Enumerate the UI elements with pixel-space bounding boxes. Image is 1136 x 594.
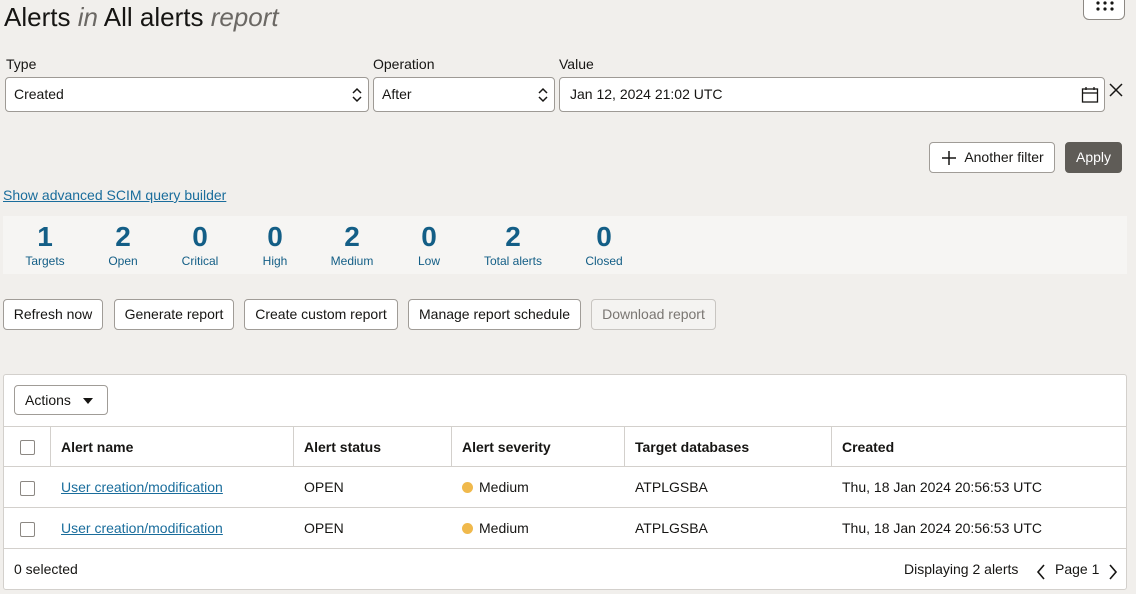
column-header-alert-status[interactable]: Alert status <box>304 439 381 455</box>
column-header-created[interactable]: Created <box>842 439 894 455</box>
row-checkbox[interactable] <box>20 522 35 537</box>
title-report: report <box>210 2 279 32</box>
refresh-now-button[interactable]: Refresh now <box>3 299 103 330</box>
column-header-alert-severity[interactable]: Alert severity <box>462 439 551 455</box>
selected-count: 0 selected <box>14 561 78 577</box>
alert-severity: Medium <box>462 520 529 536</box>
alert-name-link[interactable]: User creation/modification <box>61 479 223 495</box>
page-title: Alerts in All alerts report <box>4 0 279 34</box>
generate-report-button[interactable]: Generate report <box>114 299 234 330</box>
operation-select-value: After <box>382 86 412 102</box>
advanced-scim-link[interactable]: Show advanced SCIM query builder <box>3 187 226 203</box>
stat-low[interactable]: 0 Low <box>403 220 455 268</box>
stat-label: Critical <box>181 254 219 268</box>
displaying-count: Displaying 2 alerts <box>904 561 1019 577</box>
target-database: ATPLGSBA <box>635 520 708 536</box>
target-database: ATPLGSBA <box>635 479 708 495</box>
table-row[interactable]: User creation/modification OPEN Medium A… <box>4 467 1126 508</box>
alerts-table-panel: Actions Alert name Alert status Alert se… <box>3 374 1127 590</box>
stat-label: Closed <box>585 254 623 268</box>
stats-band <box>3 216 1127 274</box>
title-alerts: Alerts <box>4 2 71 32</box>
column-header-target-databases[interactable]: Target databases <box>635 439 749 455</box>
stat-value: 2 <box>344 221 360 252</box>
stat-label: Open <box>108 254 138 268</box>
grid-icon <box>1096 1 1114 11</box>
caret-down-icon <box>83 398 93 404</box>
next-page-icon[interactable] <box>1108 564 1118 580</box>
updown-chevron-icon <box>352 87 362 103</box>
app-grid-button[interactable] <box>1083 0 1125 20</box>
stat-total-alerts[interactable]: 2 Total alerts <box>478 220 548 268</box>
stat-medium[interactable]: 2 Medium <box>322 220 382 268</box>
type-label: Type <box>6 56 37 72</box>
select-all-checkbox[interactable] <box>20 440 35 455</box>
stat-label: Targets <box>25 254 65 268</box>
stat-label: Total alerts <box>483 254 543 268</box>
remove-filter-icon[interactable] <box>1108 82 1124 98</box>
alert-name-link[interactable]: User creation/modification <box>61 520 223 536</box>
alert-status: OPEN <box>304 520 344 536</box>
stat-high[interactable]: 0 High <box>249 220 301 268</box>
another-filter-label: Another filter <box>964 149 1044 165</box>
stat-label: Medium <box>330 254 374 268</box>
create-custom-report-button[interactable]: Create custom report <box>244 299 398 330</box>
previous-page-icon[interactable] <box>1036 564 1046 580</box>
alert-severity-text: Medium <box>479 479 529 495</box>
value-label: Value <box>559 56 594 72</box>
column-header-alert-name[interactable]: Alert name <box>61 439 133 455</box>
operation-select[interactable]: After <box>373 77 555 112</box>
alert-severity: Medium <box>462 479 529 495</box>
alert-status: OPEN <box>304 479 344 495</box>
operation-label: Operation <box>373 56 435 72</box>
created-time: Thu, 18 Jan 2024 20:56:53 UTC <box>842 479 1043 495</box>
severity-medium-icon <box>462 482 473 493</box>
title-report-name: All alerts <box>103 2 204 32</box>
stat-closed[interactable]: 0 Closed <box>578 220 630 268</box>
stat-value: 1 <box>37 221 53 252</box>
apply-button[interactable]: Apply <box>1065 142 1122 173</box>
value-date-input[interactable]: Jan 12, 2024 21:02 UTC <box>559 77 1105 112</box>
stat-critical[interactable]: 0 Critical <box>174 220 226 268</box>
calendar-icon[interactable] <box>1081 86 1099 104</box>
actions-label: Actions <box>25 392 71 408</box>
stat-value: 0 <box>596 221 612 252</box>
manage-report-schedule-button[interactable]: Manage report schedule <box>408 299 581 330</box>
stat-value: 0 <box>421 221 437 252</box>
stat-value: 2 <box>115 221 131 252</box>
page-indicator: Page 1 <box>1055 561 1100 577</box>
table-footer: 0 selected Displaying 2 alerts Page 1 <box>4 549 1126 589</box>
stat-value: 0 <box>192 221 208 252</box>
stat-label: Low <box>417 254 440 268</box>
table-header-row: Alert name Alert status Alert severity T… <box>4 426 1126 467</box>
another-filter-button[interactable]: Another filter <box>929 142 1055 173</box>
plus-icon <box>942 150 957 165</box>
row-checkbox[interactable] <box>20 481 35 496</box>
actions-menu-button[interactable]: Actions <box>14 385 108 415</box>
value-date-text: Jan 12, 2024 21:02 UTC <box>570 86 723 102</box>
updown-chevron-icon <box>538 87 548 103</box>
stat-value: 0 <box>267 221 283 252</box>
stat-targets[interactable]: 1 Targets <box>19 220 71 268</box>
alert-severity-text: Medium <box>479 520 529 536</box>
severity-medium-icon <box>462 523 473 534</box>
title-in: in <box>77 2 98 32</box>
stat-open[interactable]: 2 Open <box>97 220 149 268</box>
stat-label: High <box>262 254 288 268</box>
type-select[interactable]: Created <box>5 77 369 112</box>
created-time: Thu, 18 Jan 2024 20:56:53 UTC <box>842 520 1043 536</box>
table-row[interactable]: User creation/modification OPEN Medium A… <box>4 508 1126 549</box>
download-report-button: Download report <box>591 299 716 330</box>
type-select-value: Created <box>14 86 64 102</box>
stat-value: 2 <box>505 221 521 252</box>
